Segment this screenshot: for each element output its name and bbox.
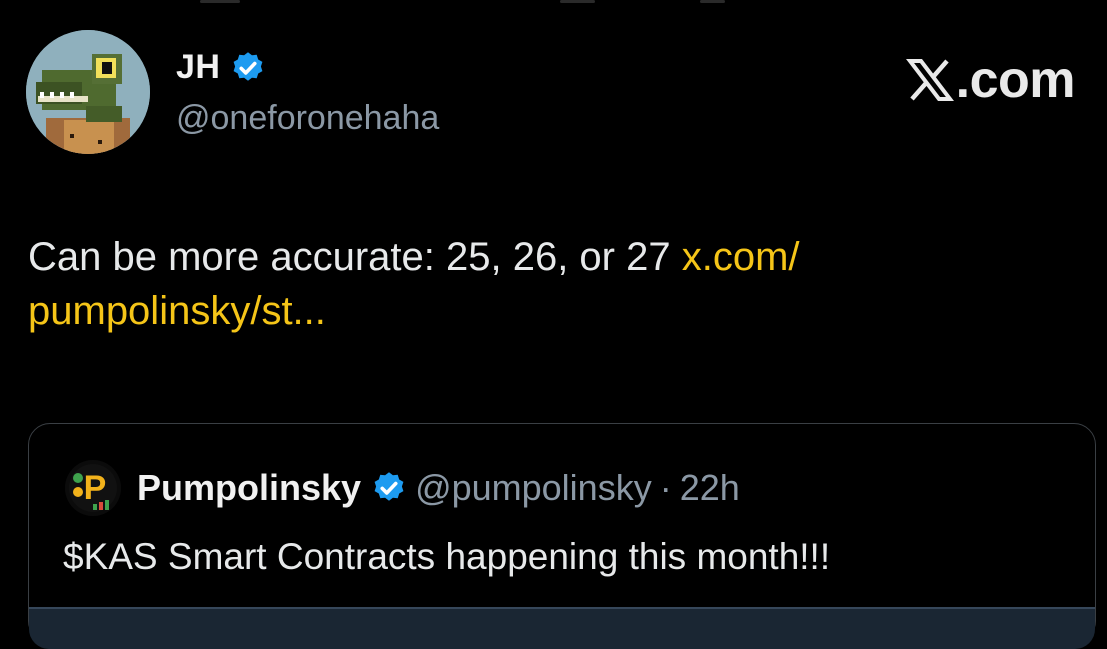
verified-badge-icon (374, 472, 404, 501)
quote-author-avatar[interactable]: P (65, 460, 121, 516)
x-logo-icon (905, 59, 954, 101)
author-name-row: JH (176, 48, 266, 87)
quote-media-preview[interactable] (29, 607, 1095, 649)
tweet-text: Can be more accurate: 25, 26, or 27 x.co… (28, 230, 1068, 338)
author-avatar[interactable] (26, 30, 150, 154)
quote-timestamp[interactable]: 22h (680, 467, 740, 509)
pumpolinsky-logo-icon: P (65, 460, 121, 516)
tweet-body: Can be more accurate: 25, 26, or 27 (28, 235, 682, 279)
quote-separator: · (659, 467, 672, 508)
x-com-watermark: .com (905, 50, 1076, 110)
quote-avatar-letter: P (84, 469, 107, 507)
author-display-name[interactable]: JH (176, 48, 220, 87)
quote-display-name[interactable]: Pumpolinsky (137, 467, 361, 509)
author-handle[interactable]: @oneforonehaha (176, 99, 439, 138)
top-divider (0, 0, 1107, 4)
quote-handle[interactable]: @pumpolinsky (415, 467, 652, 509)
crocodile-avatar-icon (26, 30, 150, 154)
quote-header: Pumpolinsky @pumpolinsky · 22h (137, 467, 740, 509)
quote-text: $KAS Smart Contracts happening this mont… (63, 536, 831, 577)
quoted-tweet-card[interactable]: P Pumpolinsky @pumpolinsky · 22h $KAS Sm… (28, 423, 1096, 649)
verified-badge-icon (234, 51, 263, 81)
x-com-label: .com (955, 51, 1076, 109)
